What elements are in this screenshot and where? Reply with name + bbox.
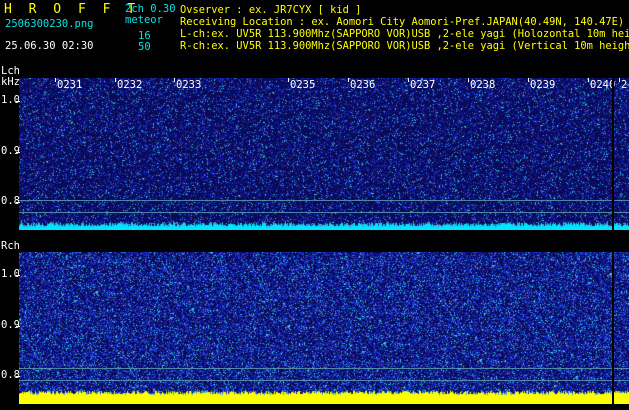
location-line: Receiving Location : ex. Aomori City Aom… — [180, 16, 625, 28]
rch-tickmark-0-9 — [16, 326, 20, 327]
time-label: 0239 — [530, 79, 556, 91]
lch-tickmark-1-0 — [16, 101, 20, 102]
time-label: 0237 — [410, 79, 436, 91]
lch-channel-label: Lch — [1, 65, 20, 77]
lch-ref-line-lower — [19, 212, 629, 213]
time-tickmark — [115, 78, 116, 82]
rch-end-marker — [612, 252, 614, 404]
lch-end-marker — [612, 78, 614, 230]
time-label: 0232 — [117, 79, 143, 91]
timestamp-label: 25.06.30 02:30 — [5, 40, 94, 52]
lch-spectrogram-canvas — [19, 78, 629, 230]
rch-tickmark-1-0 — [16, 275, 20, 276]
app-title: H R O F F T — [4, 2, 140, 17]
meteor-count-rch: 50 — [138, 41, 151, 53]
time-tickmark — [348, 78, 349, 82]
time-label: 0235 — [290, 79, 316, 91]
time-tickmark — [588, 78, 589, 82]
time-label: 0238 — [470, 79, 496, 91]
rch-tickmark-0-8 — [16, 376, 20, 377]
mode-label: 2ch 0.30 — [125, 3, 176, 15]
filename-label: 2506300230.png — [5, 18, 94, 30]
observer-line: Ovserver : ex. JR7CYX [ kid ] — [180, 4, 362, 16]
lch-tickmark-0-9 — [16, 152, 20, 153]
rch-spectrogram-canvas — [19, 252, 629, 404]
rch-info-line: R-ch:ex. UV5R 113.900Mhz(SAPPORO VOR)USB… — [180, 40, 629, 52]
time-tickmark — [468, 78, 469, 82]
lch-ref-line-upper — [19, 200, 629, 201]
meteor-label: meteor — [125, 14, 163, 26]
time-tickmark — [55, 78, 56, 82]
time-tickmark — [288, 78, 289, 82]
time-tickmark — [174, 78, 175, 82]
time-label: 0231 — [57, 79, 83, 91]
lch-tickmark-0-8 — [16, 202, 20, 203]
lch-info-line: L-ch:ex. UV5R 113.900Mhz(SAPPORO VOR)USB… — [180, 28, 629, 40]
time-label: 0236 — [350, 79, 376, 91]
rch-channel-label: Rch — [1, 240, 20, 252]
rch-ref-line-upper — [19, 368, 629, 369]
meteor-count-lch: 16 — [138, 30, 151, 42]
rch-spectrogram — [19, 252, 629, 404]
rch-ref-line-lower — [19, 380, 629, 381]
time-label: 0233 — [176, 79, 202, 91]
time-tickmark — [619, 78, 620, 82]
time-tickmark — [408, 78, 409, 82]
lch-spectrogram — [19, 78, 629, 230]
time-tickmark — [528, 78, 529, 82]
lch-unit-label: kHz — [1, 76, 20, 88]
time-label: 2 — [621, 79, 628, 91]
